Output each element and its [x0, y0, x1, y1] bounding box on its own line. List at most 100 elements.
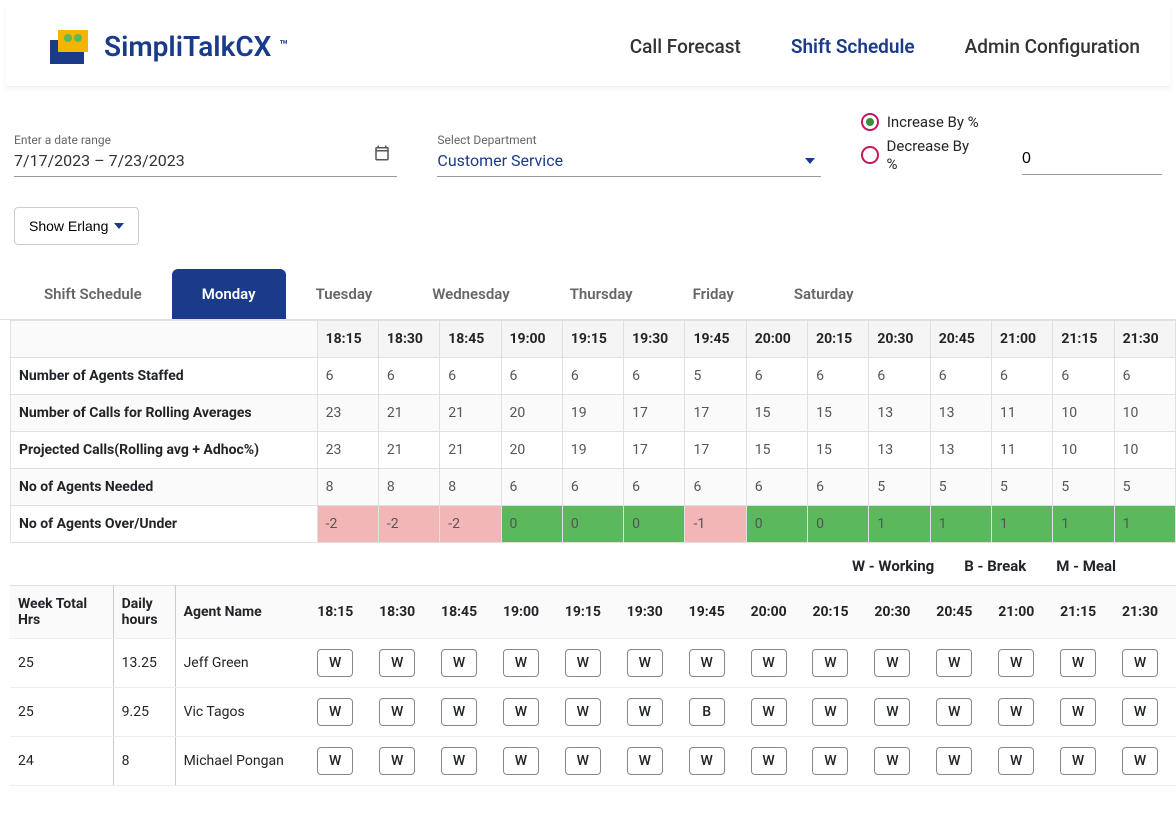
time-header: 19:15: [562, 321, 623, 358]
summary-cell: 19: [562, 432, 623, 469]
summary-cell: -2: [440, 506, 501, 543]
agent-status-button[interactable]: W: [812, 649, 848, 677]
summary-cell: 1: [869, 506, 930, 543]
agent-status-button[interactable]: W: [317, 698, 353, 726]
agent-status-button[interactable]: W: [998, 649, 1034, 677]
agent-slot-cell: B: [681, 688, 743, 737]
agent-slot-cell: W: [495, 688, 557, 737]
summary-cell: 1: [992, 506, 1053, 543]
summary-cell: 6: [685, 469, 746, 506]
agent-slot-cell: W: [866, 688, 928, 737]
agent-status-button[interactable]: W: [379, 698, 415, 726]
agent-status-button[interactable]: W: [503, 649, 539, 677]
agent-status-button[interactable]: W: [565, 747, 601, 775]
agent-status-button[interactable]: W: [441, 649, 477, 677]
increase-radio-row[interactable]: Increase By %: [861, 113, 982, 131]
agent-status-button[interactable]: W: [874, 747, 910, 775]
agent-status-button[interactable]: W: [627, 698, 663, 726]
agent-status-button[interactable]: W: [503, 698, 539, 726]
agent-status-button[interactable]: B: [689, 698, 725, 726]
nav-shift-schedule[interactable]: Shift Schedule: [791, 35, 915, 58]
summary-cell: 6: [501, 358, 562, 395]
agent-status-button[interactable]: W: [874, 698, 910, 726]
agent-status-button[interactable]: W: [503, 747, 539, 775]
agent-status-button[interactable]: W: [1122, 649, 1158, 677]
agent-status-button[interactable]: W: [379, 649, 415, 677]
summary-cell: 13: [930, 432, 991, 469]
department-select[interactable]: Select Department Customer Service: [437, 133, 820, 177]
agent-status-button[interactable]: W: [1060, 649, 1096, 677]
tab-thursday[interactable]: Thursday: [540, 269, 663, 319]
time-header: 20:30: [869, 321, 930, 358]
calendar-icon[interactable]: [373, 144, 391, 166]
agent-status-button[interactable]: W: [936, 649, 972, 677]
agent-status-button[interactable]: W: [317, 747, 353, 775]
decrease-radio-row[interactable]: Decrease By %: [861, 137, 982, 173]
agent-section: Week Total HrsDaily hoursAgent Name18:15…: [0, 585, 1176, 786]
agent-status-button[interactable]: W: [689, 747, 725, 775]
date-range-field[interactable]: Enter a date range 7/17/2023 – 7/23/2023: [14, 133, 397, 177]
agent-status-button[interactable]: W: [936, 698, 972, 726]
agent-slot-cell: W: [309, 737, 371, 786]
col-agent-name: Agent Name: [175, 586, 309, 639]
legend-working: W - Working: [852, 557, 934, 575]
summary-cell: 5: [1114, 469, 1175, 506]
decrease-radio[interactable]: [861, 146, 879, 164]
tab-tuesday[interactable]: Tuesday: [286, 269, 403, 319]
agent-daily-hours: 9.25: [113, 688, 175, 737]
time-header: 21:30: [1114, 321, 1175, 358]
erlang-label: Show Erlang: [29, 218, 108, 234]
agent-status-button[interactable]: W: [1060, 698, 1096, 726]
agent-status-button[interactable]: W: [936, 747, 972, 775]
summary-cell: 6: [317, 358, 378, 395]
agent-slot-cell: W: [990, 639, 1052, 688]
time-header: 20:00: [746, 321, 807, 358]
agent-slot-cell: W: [990, 737, 1052, 786]
agent-status-button[interactable]: W: [1060, 747, 1096, 775]
agent-status-button[interactable]: W: [1122, 698, 1158, 726]
agent-status-button[interactable]: W: [812, 698, 848, 726]
percent-input[interactable]: [1022, 146, 1162, 175]
agent-status-button[interactable]: W: [441, 747, 477, 775]
agent-slot-cell: W: [309, 639, 371, 688]
summary-row-label: No of Agents Over/Under: [11, 506, 318, 543]
agent-time-header: 21:15: [1052, 586, 1114, 639]
agent-status-button[interactable]: W: [998, 698, 1034, 726]
agent-name: Michael Pongan: [175, 737, 309, 786]
summary-cell: -2: [378, 506, 439, 543]
show-erlang-button[interactable]: Show Erlang: [14, 207, 139, 245]
chevron-down-icon: [114, 223, 124, 229]
summary-cell: 5: [1053, 469, 1114, 506]
agent-status-button[interactable]: W: [317, 649, 353, 677]
tab-monday[interactable]: Monday: [172, 269, 286, 319]
summary-row-label: Number of Calls for Rolling Averages: [11, 395, 318, 432]
agent-status-button[interactable]: W: [812, 747, 848, 775]
summary-cell: -2: [317, 506, 378, 543]
agent-status-button[interactable]: W: [998, 747, 1034, 775]
summary-cell: 17: [685, 432, 746, 469]
tab-shift-schedule[interactable]: Shift Schedule: [14, 269, 172, 319]
agent-status-button[interactable]: W: [1122, 747, 1158, 775]
agent-slot-cell: W: [1052, 639, 1114, 688]
increase-radio[interactable]: [861, 113, 879, 131]
nav-call-forecast[interactable]: Call Forecast: [630, 35, 741, 58]
agent-status-button[interactable]: W: [627, 649, 663, 677]
agent-status-button[interactable]: W: [751, 747, 787, 775]
time-header: 20:15: [808, 321, 869, 358]
tab-saturday[interactable]: Saturday: [764, 269, 884, 319]
agent-status-button[interactable]: W: [441, 698, 477, 726]
summary-row-label: No of Agents Needed: [11, 469, 318, 506]
tab-friday[interactable]: Friday: [663, 269, 764, 319]
nav-admin-config[interactable]: Admin Configuration: [965, 35, 1140, 58]
agent-status-button[interactable]: W: [751, 649, 787, 677]
agent-status-button[interactable]: W: [751, 698, 787, 726]
tab-wednesday[interactable]: Wednesday: [402, 269, 539, 319]
agent-slot-cell: W: [1052, 737, 1114, 786]
agent-status-button[interactable]: W: [627, 747, 663, 775]
agent-status-button[interactable]: W: [874, 649, 910, 677]
agent-status-button[interactable]: W: [689, 649, 725, 677]
summary-cell: 15: [808, 395, 869, 432]
agent-status-button[interactable]: W: [379, 747, 415, 775]
agent-status-button[interactable]: W: [565, 698, 601, 726]
agent-status-button[interactable]: W: [565, 649, 601, 677]
